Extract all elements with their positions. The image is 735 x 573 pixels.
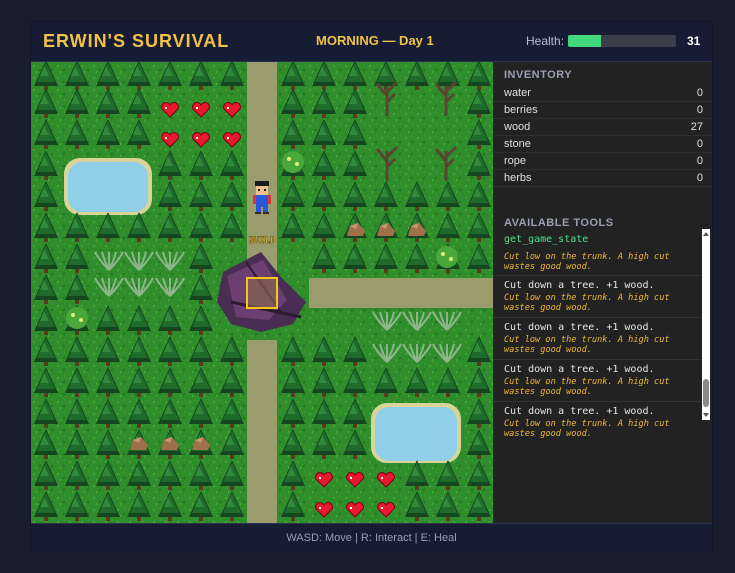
health-value: 31: [687, 34, 701, 48]
game-window: ERWIN'S SURVIVAL MORNING — Day 1 Health:…: [31, 22, 712, 552]
log-scrollbar[interactable]: [702, 229, 710, 420]
scroll-down-arrow-icon[interactable]: [703, 413, 709, 417]
inventory-row-wood: wood 27: [494, 118, 712, 136]
scroll-thumb[interactable]: [703, 379, 709, 407]
log-note: Cut low on the trunk. A high cut wastes …: [504, 252, 670, 272]
log-note: Cut low on the trunk. A high cut wastes …: [504, 293, 670, 313]
inventory-row-rope: rope 0: [494, 152, 712, 170]
inventory-item-name: berries: [504, 104, 538, 116]
inventory-item-name: herbs: [504, 172, 532, 184]
side-panel: INVENTORY water 0 berries 0 wood 27 ston…: [494, 62, 712, 523]
log-text: Cut down a tree. +1 wood.: [504, 364, 655, 375]
log-entry: Cut down a tree. +1 wood. Cut low on the…: [494, 276, 702, 318]
inventory-row-stone: stone 0: [494, 135, 712, 153]
log-note: Cut low on the trunk. A high cut wastes …: [504, 377, 670, 397]
inventory-row-berries: berries 0: [494, 101, 712, 119]
inventory-item-name: stone: [504, 138, 531, 150]
footer-bar: WASD: Move | R: Interact | E: Heal: [31, 523, 712, 552]
inventory-item-name: rope: [504, 155, 527, 167]
controls-hint: WASD: Move | R: Interact | E: Heal: [286, 532, 457, 544]
tools-title: AVAILABLE TOOLS: [504, 217, 614, 229]
inventory-item-count: 0: [696, 104, 703, 116]
log-entry: Cut down a tree. +1 wood. Cut low on the…: [494, 318, 702, 360]
inventory-title: INVENTORY: [504, 69, 573, 81]
pond-northwest: [64, 158, 152, 215]
berry-bush-sprite: [436, 246, 458, 268]
game-title: ERWIN'S SURVIVAL: [43, 31, 230, 51]
inventory-item-count: 0: [696, 87, 703, 99]
berry-bush-sprite: [282, 151, 304, 173]
build-site[interactable]: [247, 278, 277, 308]
health-label: Health:: [526, 34, 565, 48]
log-text: Cut down a tree. +1 wood.: [504, 406, 655, 417]
message-log[interactable]: Cut low on the trunk. A high cut wastes …: [494, 250, 712, 442]
berry-bush-sprite: [66, 307, 88, 329]
log-text: Cut down a tree. +1 wood.: [504, 322, 655, 333]
game-map[interactable]: BUILD: [31, 62, 493, 523]
inventory-item-name: wood: [504, 121, 531, 133]
inventory-row-water: water 0: [494, 84, 712, 102]
tool-get-game-state[interactable]: get_game_state: [504, 234, 588, 245]
pond-southeast: [371, 403, 461, 463]
log-text: Cut down a tree. +1 wood.: [504, 280, 655, 291]
health-bar: [568, 35, 676, 47]
inventory-item-count: 0: [696, 155, 703, 167]
inventory-row-herbs: herbs 0: [494, 169, 712, 187]
log-entry: Cut down a tree. +1 wood. Cut low on the…: [494, 402, 702, 442]
inventory-item-name: water: [504, 87, 531, 99]
inventory-item-count: 27: [690, 121, 703, 133]
log-entry: Cut down a tree. +1 wood. Cut low on the…: [494, 360, 702, 402]
log-note: Cut low on the trunk. A high cut wastes …: [504, 419, 670, 439]
inventory-item-count: 0: [696, 172, 703, 184]
log-note: Cut low on the trunk. A high cut wastes …: [504, 335, 670, 355]
log-entry: Cut low on the trunk. A high cut wastes …: [494, 250, 702, 276]
map-canvas[interactable]: BUILD: [31, 62, 493, 523]
build-label: BUILD: [248, 236, 276, 246]
time-of-day: MORNING — Day 1: [316, 33, 434, 48]
inventory-item-count: 0: [696, 138, 703, 150]
header-bar: ERWIN'S SURVIVAL MORNING — Day 1 Health:…: [31, 22, 712, 62]
health-bar-fill: [568, 35, 602, 47]
scroll-up-arrow-icon[interactable]: [703, 232, 709, 236]
